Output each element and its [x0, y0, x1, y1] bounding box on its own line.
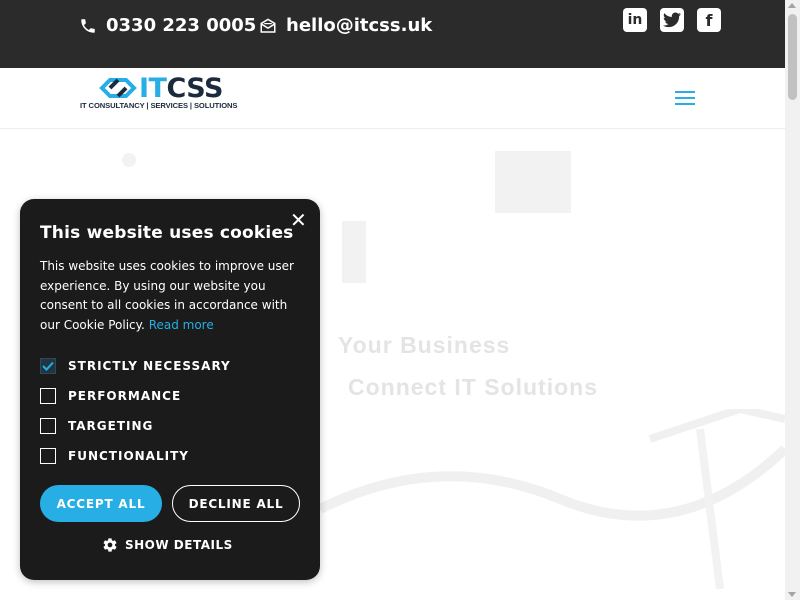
cookie-option-functionality[interactable]: FUNCTIONALITY: [40, 448, 189, 464]
hamburger-menu-icon[interactable]: [675, 91, 695, 106]
cookie-option-targeting[interactable]: TARGETING: [40, 418, 153, 434]
cookie-option-strictly-necessary[interactable]: STRICTLY NECESSARY: [40, 358, 231, 374]
email-contact[interactable]: hello@itcss.uk: [259, 15, 432, 36]
scroll-up-icon[interactable]: [788, 3, 796, 8]
show-details-button[interactable]: SHOW DETAILS: [102, 537, 233, 553]
logo-tagline: IT CONSULTANCY | SERVICES | SOLUTIONS: [80, 101, 238, 110]
scroll-down-icon[interactable]: [788, 592, 796, 597]
scrollbar-thumb[interactable]: [788, 14, 797, 100]
checkbox[interactable]: [40, 448, 56, 464]
phone-number[interactable]: 0330 223 0005: [106, 15, 256, 36]
checkmark-icon: [42, 361, 54, 371]
read-more-link[interactable]: Read more: [149, 318, 214, 332]
gear-icon: [103, 538, 117, 552]
cookie-title: This website uses cookies: [40, 223, 294, 243]
cookie-option-label: TARGETING: [68, 419, 154, 433]
twitter-icon[interactable]: [660, 8, 684, 32]
hero-image-placeholder: [495, 151, 571, 213]
hero-decor: [342, 221, 366, 283]
cookie-option-label: FUNCTIONALITY: [68, 449, 189, 463]
hero-heading-line2: Connect IT Solutions: [348, 374, 598, 400]
top-contact-bar: 0330 223 0005 hello@itcss.uk in f: [0, 0, 785, 68]
email-address[interactable]: hello@itcss.uk: [286, 15, 432, 36]
logo-it: IT: [139, 73, 167, 104]
accept-all-button[interactable]: ACCEPT ALL: [40, 485, 162, 522]
hero-heading: Your Business Connect IT Solutions: [338, 324, 598, 408]
hero-illustration: [320, 409, 785, 590]
cookie-description: This website uses cookies to improve use…: [40, 257, 302, 335]
hero-decor: [122, 153, 136, 167]
phone-icon: [81, 18, 95, 33]
logo-css: CSS: [166, 73, 223, 104]
checkbox[interactable]: [40, 418, 56, 434]
show-details-label: SHOW DETAILS: [125, 538, 233, 552]
checkbox-checked[interactable]: [40, 358, 56, 374]
decline-all-button[interactable]: DECLINE ALL: [172, 485, 300, 522]
linkedin-icon[interactable]: in: [623, 8, 647, 32]
envelope-open-icon: [260, 18, 276, 33]
cookie-option-label: STRICTLY NECESSARY: [68, 359, 231, 373]
checkbox[interactable]: [40, 388, 56, 404]
phone-contact[interactable]: 0330 223 0005: [79, 15, 256, 36]
facebook-icon[interactable]: f: [697, 8, 721, 32]
hero-heading-line1: Your Business: [338, 332, 511, 358]
site-header: ITCSS IT CONSULTANCY | SERVICES | SOLUTI…: [0, 68, 785, 129]
cookie-consent-dialog: ✕ This website uses cookies This website…: [20, 199, 320, 580]
cookie-option-label: PERFORMANCE: [68, 389, 182, 403]
logo-icon[interactable]: [98, 76, 138, 100]
cookie-option-performance[interactable]: PERFORMANCE: [40, 388, 181, 404]
